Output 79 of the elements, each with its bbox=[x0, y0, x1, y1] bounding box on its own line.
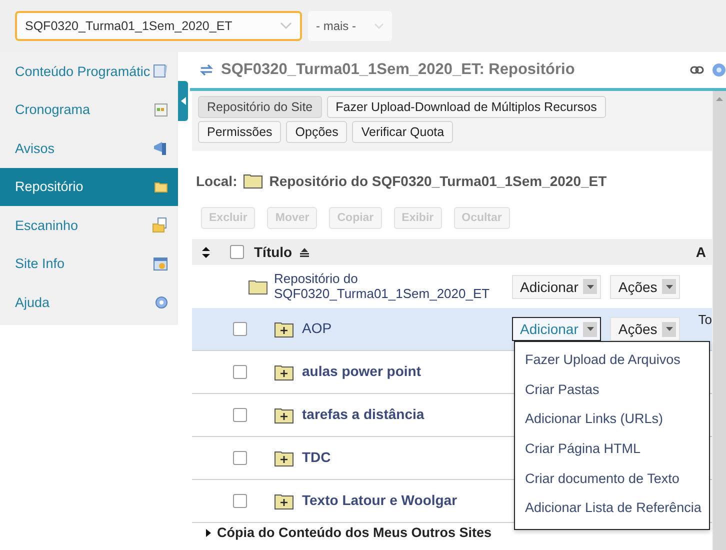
add-dropdown[interactable]: Adicionar bbox=[512, 274, 602, 298]
add-dropdown[interactable]: Adicionar bbox=[512, 317, 602, 341]
folder-link[interactable]: tarefas a distância bbox=[302, 407, 424, 423]
menu-item[interactable]: Fazer Upload de Arquivos bbox=[515, 345, 709, 375]
column-header[interactable]: A bbox=[696, 244, 706, 260]
caret-icon bbox=[666, 327, 673, 331]
caret-icon bbox=[586, 327, 594, 331]
chevron-down-icon bbox=[374, 22, 384, 30]
caret-icon bbox=[586, 284, 594, 288]
toolbar-button[interactable]: Verificar Quota bbox=[352, 121, 454, 143]
megaphone-icon bbox=[152, 140, 168, 156]
more-selector[interactable]: - mais - bbox=[308, 11, 392, 41]
folder-link[interactable]: TDC bbox=[302, 450, 331, 466]
menu-item[interactable]: Criar documento de Texto bbox=[515, 463, 709, 493]
sidebar-item[interactable]: Escaninho bbox=[0, 206, 178, 244]
triangle-left-icon bbox=[180, 97, 186, 105]
column-header[interactable]: Título bbox=[254, 244, 292, 260]
table-row[interactable]: Repositório do SQF0320_Turma01_1Sem_2020_ET bbox=[192, 265, 512, 308]
table-cell: To bbox=[698, 312, 712, 327]
help-icon bbox=[155, 296, 168, 309]
table-row[interactable]: tarefas a distância bbox=[192, 394, 512, 436]
toolbar-button[interactable]: Fazer Upload-Download de Múltiplos Recursos bbox=[326, 96, 606, 118]
menu-item[interactable]: Adicionar Lista de Referência bbox=[515, 492, 709, 523]
sidebar-item[interactable]: Cronograma bbox=[0, 90, 178, 129]
table-row[interactable]: aulas power point bbox=[192, 351, 512, 393]
folder-plus-icon[interactable] bbox=[274, 492, 294, 510]
folder-plus-icon[interactable] bbox=[274, 450, 294, 466]
site-selector[interactable]: SQF0320_Turma01_1Sem_2020_ET bbox=[15, 11, 302, 41]
folder-link[interactable]: aulas power point bbox=[302, 364, 422, 380]
sidebar-item[interactable]: Site Info bbox=[0, 244, 178, 283]
folder-icon bbox=[248, 278, 268, 294]
toolbar-button[interactable]: Opções bbox=[286, 121, 348, 143]
actions-dropdown[interactable]: Ações bbox=[610, 317, 680, 341]
location-label: Local: bbox=[196, 173, 238, 189]
sort-ascending-icon[interactable] bbox=[300, 248, 310, 256]
table-row[interactable]: TDC bbox=[192, 437, 512, 479]
sidebar-item[interactable]: Ajuda bbox=[0, 283, 178, 322]
chevron-down-icon bbox=[280, 22, 292, 30]
toolbar-button[interactable]: Permissões bbox=[198, 121, 282, 143]
swap-arrows-icon bbox=[200, 64, 213, 76]
collapse-tab[interactable] bbox=[178, 81, 188, 121]
location-path: Repositório do SQF0320_Turma01_1Sem_2020_ET bbox=[269, 173, 607, 189]
triangle-right-icon[interactable] bbox=[206, 528, 211, 536]
menu-item[interactable]: Criar Pastas bbox=[515, 374, 709, 404]
page-title: SQF0320_Turma01_1Sem_2020_ET: Repositório bbox=[221, 61, 575, 79]
document-icon bbox=[152, 63, 168, 80]
scrollbar[interactable] bbox=[712, 91, 726, 550]
table-row[interactable]: AOP bbox=[192, 308, 512, 350]
caret-icon bbox=[666, 284, 673, 288]
sort-icon[interactable] bbox=[202, 246, 210, 258]
folder-icon bbox=[154, 180, 168, 193]
folder-link[interactable]: Texto Latour e Woolgar bbox=[302, 493, 458, 509]
calendar-icon bbox=[154, 102, 168, 117]
folder-icon bbox=[243, 173, 264, 189]
folder-plus-icon[interactable] bbox=[274, 364, 294, 380]
checkbox[interactable] bbox=[233, 408, 247, 422]
folder-link[interactable]: Repositório do SQF0320_Turma01_1Sem_2020_ET bbox=[274, 272, 512, 301]
checkbox[interactable] bbox=[233, 494, 247, 508]
help-icon[interactable] bbox=[712, 63, 726, 77]
scroll-up-icon[interactable] bbox=[716, 97, 723, 101]
sidebar-item[interactable]: Repositório bbox=[0, 168, 178, 206]
table-row[interactable]: Texto Latour e Woolgar bbox=[192, 480, 512, 522]
folder-plus-icon[interactable] bbox=[274, 320, 294, 338]
folder-link[interactable]: AOP bbox=[302, 321, 332, 337]
sidebar-item[interactable]: Conteúdo Programátic bbox=[0, 52, 178, 90]
menu-item[interactable]: Criar Página HTML bbox=[515, 434, 709, 464]
sidebar-item[interactable]: Avisos bbox=[0, 129, 178, 168]
checkbox[interactable] bbox=[233, 322, 247, 336]
folder-document-icon bbox=[152, 217, 168, 234]
menu-item[interactable]: Adicionar Links (URLs) bbox=[515, 404, 709, 434]
checkbox[interactable] bbox=[230, 245, 244, 259]
actions-dropdown[interactable]: Ações bbox=[610, 274, 680, 298]
section-toggle[interactable]: Cópia do Conteúdo dos Meus Outros Sites bbox=[217, 525, 492, 540]
window-icon bbox=[153, 256, 168, 271]
checkbox[interactable] bbox=[233, 365, 247, 379]
toolbar-button[interactable]: Repositório do Site bbox=[198, 96, 322, 118]
link-icon[interactable] bbox=[690, 66, 704, 74]
checkbox[interactable] bbox=[233, 451, 247, 465]
folder-plus-icon[interactable] bbox=[274, 406, 294, 424]
